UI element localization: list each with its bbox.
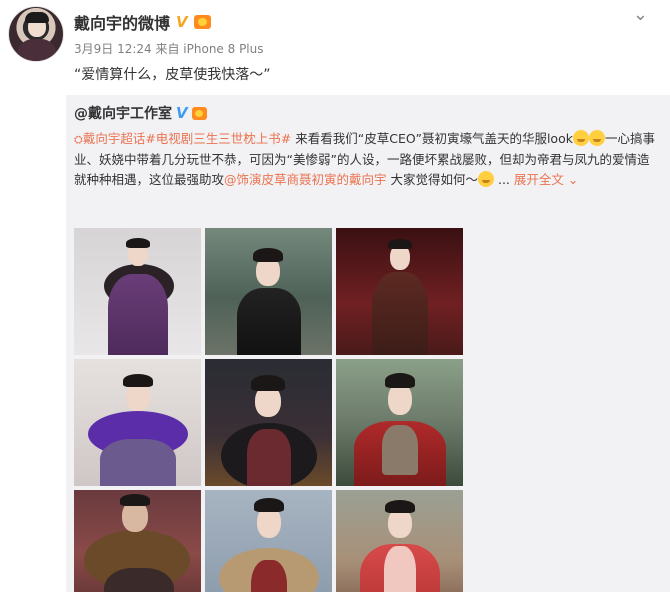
post-meta: 3月9日 12:24 来自 iPhone 8 Plus <box>74 42 264 56</box>
chevron-down-icon[interactable]: ⌄ <box>568 172 578 187</box>
repost-container: @戴向宇工作室 V ⛭戴向宇超话#电视剧三生三世枕上书# 来看看我们“皮草CEO… <box>66 95 670 592</box>
photo-thumbnail[interactable] <box>205 228 332 355</box>
photo-thumbnail[interactable] <box>336 359 463 486</box>
avatar-suit <box>17 39 57 61</box>
photo-thumbnail[interactable] <box>74 490 201 592</box>
verified-icon: V <box>176 13 188 31</box>
repost-text-part3: 大家觉得如何～ <box>386 172 479 187</box>
vip-badge-icon <box>191 106 207 120</box>
photo-thumbnail[interactable] <box>336 490 463 592</box>
super-topic-link[interactable]: 戴向宇超话 <box>83 131 146 146</box>
repost-text: ⛭戴向宇超话#电视剧三生三世枕上书# 来看看我们“皮草CEO”聂初寅壕气盖天的华… <box>74 129 658 190</box>
repost-text-part1: 来看看我们“皮草CEO”聂初寅壕气盖天的华服look <box>291 131 573 146</box>
photo-thumbnail[interactable] <box>205 359 332 486</box>
ellipsis: ... <box>494 172 510 187</box>
photo-thumbnail[interactable] <box>74 359 201 486</box>
smile-emoji-icon <box>478 171 495 187</box>
repost-author[interactable]: @戴向宇工作室 <box>74 103 172 123</box>
post-text: “爱情算什么，皮草使我快落～” <box>74 67 271 83</box>
photo-thumbnail[interactable] <box>205 490 332 592</box>
laugh-emoji-icon <box>572 130 589 146</box>
laugh-emoji-icon <box>588 130 605 146</box>
avatar-hair <box>25 12 49 23</box>
photo-thumbnail[interactable] <box>336 228 463 355</box>
repost-author-row: @戴向宇工作室 V <box>74 103 207 123</box>
author-row: 戴向宇的微博 V <box>74 10 211 34</box>
photo-thumbnail[interactable] <box>74 228 201 355</box>
vip-badge-icon <box>193 15 211 29</box>
expand-full-text-link[interactable]: 展开全文 <box>514 172 564 187</box>
mention-link[interactable]: @饰演皮草商聂初寅的戴向宇 <box>224 172 387 187</box>
verified-blue-icon: V <box>176 104 188 122</box>
author-name[interactable]: 戴向宇的微博 <box>74 10 170 34</box>
hashtag-link[interactable]: #电视剧三生三世枕上书# <box>145 131 291 146</box>
photo-grid <box>74 228 463 592</box>
chevron-down-icon[interactable]: ⌄ <box>633 4 648 25</box>
super-topic-icon: ⛭ <box>74 133 83 146</box>
author-avatar[interactable] <box>8 6 64 62</box>
